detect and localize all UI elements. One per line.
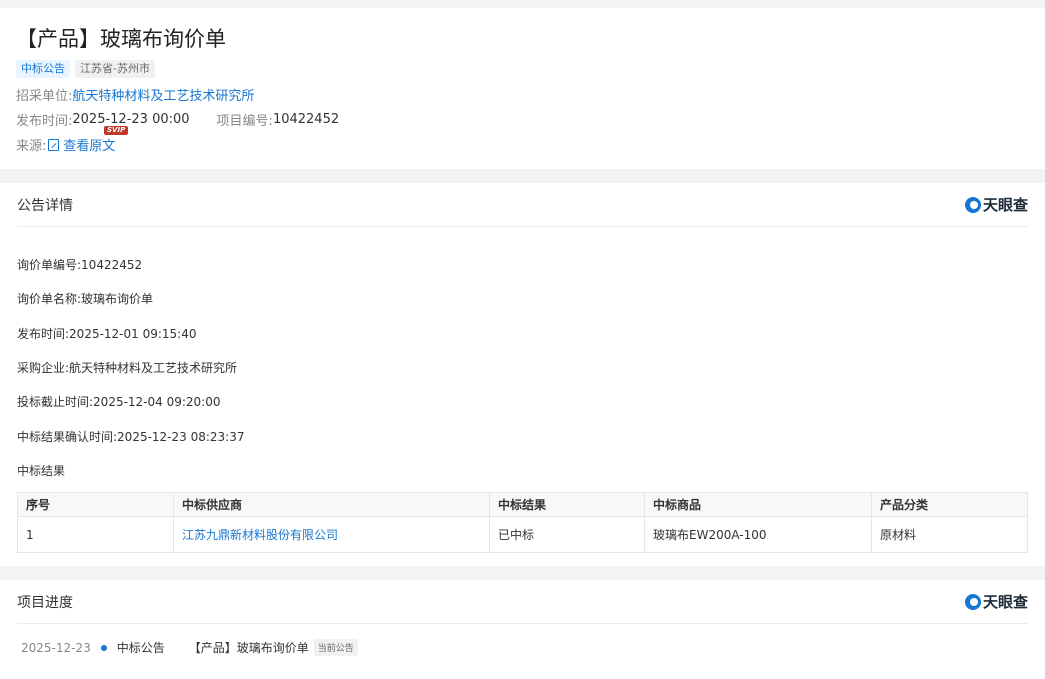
brand-name: 天眼查 bbox=[982, 196, 1028, 214]
purchaser: 采购企业:航天特种材料及工艺技术研究所 bbox=[17, 361, 238, 375]
tianyancha-logo: 天眼查 bbox=[964, 194, 1028, 215]
product-category: 原材料 bbox=[871, 516, 1028, 553]
col-header: 产品分类 bbox=[871, 492, 1028, 517]
timeline-dot-icon bbox=[100, 644, 107, 651]
table-row: 1 江苏九鼎新材料股份有限公司 已中标 玻璃布EW200A-100 原材料 bbox=[17, 516, 1028, 553]
tianyancha-icon bbox=[964, 196, 981, 213]
notice-header-card: 【产品】玻璃布询价单 中标公告 江苏省-苏州市 招采单位: 航天特种材料及工艺技… bbox=[0, 8, 1045, 169]
progress-section-title: 项目进度 bbox=[17, 594, 73, 611]
page-title: 【产品】玻璃布询价单 bbox=[16, 27, 226, 51]
publish-label: 发布时间: bbox=[16, 114, 73, 129]
result-heading: 中标结果 bbox=[17, 464, 66, 478]
svip-badge: SVIP bbox=[104, 126, 129, 135]
source-label: 来源: bbox=[16, 139, 47, 154]
timeline-title-link[interactable]: 【产品】玻璃布询价单 bbox=[189, 639, 309, 656]
edit-doc-icon bbox=[48, 138, 60, 151]
col-header: 中标供应商 bbox=[173, 492, 490, 517]
timeline-type: 中标公告 bbox=[116, 641, 165, 655]
source-row: 来源: 查看原文 SVIP bbox=[16, 126, 129, 154]
region-tag[interactable]: 江苏省-苏州市 bbox=[75, 60, 155, 78]
product-name: 玻璃布EW200A-100 bbox=[644, 516, 872, 553]
timeline-date: 2025-12-23 bbox=[21, 640, 91, 655]
inquiry-name: 询价单名称:玻璃布询价单 bbox=[17, 292, 154, 306]
progress-section-header: 项目进度 天眼查 bbox=[17, 580, 1028, 624]
inquiry-no: 询价单编号:10422452 bbox=[17, 258, 143, 272]
supplier-link[interactable]: 江苏九鼎新材料股份有限公司 bbox=[173, 516, 490, 553]
bid-result: 已中标 bbox=[489, 516, 645, 553]
bid-deadline: 投标截止时间:2025-12-04 09:20:00 bbox=[17, 395, 221, 409]
result-table: 序号 中标供应商 中标结果 中标商品 产品分类 1 江苏九鼎新材料股份有限公司 … bbox=[17, 492, 1028, 553]
table-header-row: 序号 中标供应商 中标结果 中标商品 产品分类 bbox=[17, 492, 1028, 517]
notice-type-tag[interactable]: 中标公告 bbox=[16, 60, 70, 78]
tianyancha-logo: 天眼查 bbox=[964, 591, 1028, 612]
detail-section-title: 公告详情 bbox=[17, 197, 73, 214]
row-index: 1 bbox=[17, 516, 174, 553]
publish-row: 发布时间: 2025-12-23 00:00 项目编号: 10422452 bbox=[16, 110, 339, 129]
buyer-row: 招采单位: 航天特种材料及工艺技术研究所 bbox=[16, 85, 254, 104]
buyer-link[interactable]: 航天特种材料及工艺技术研究所 bbox=[72, 85, 254, 104]
buyer-label: 招采单位: bbox=[16, 89, 73, 104]
detail-publish-time: 发布时间:2025-12-01 09:15:40 bbox=[17, 327, 197, 341]
result-confirm-time: 中标结果确认时间:2025-12-23 08:23:37 bbox=[17, 430, 245, 444]
project-progress-card: 项目进度 天眼查 2025-12-23 中标公告 【产品】玻璃布询价单 当前公告 bbox=[0, 580, 1045, 679]
project-no: 10422452 bbox=[272, 112, 340, 127]
notice-detail-card: 公告详情 天眼查 询价单编号:10422452 询价单名称:玻璃布询价单 发布时… bbox=[0, 183, 1045, 566]
col-header: 序号 bbox=[17, 492, 174, 517]
brand-name: 天眼查 bbox=[982, 593, 1028, 611]
view-original-link[interactable]: 查看原文 bbox=[63, 135, 115, 154]
tag-list: 中标公告 江苏省-苏州市 bbox=[16, 60, 155, 78]
tianyancha-icon bbox=[964, 593, 981, 610]
publish-time: 2025-12-23 00:00 bbox=[72, 112, 190, 127]
current-notice-badge: 当前公告 bbox=[313, 639, 358, 656]
col-header: 中标结果 bbox=[489, 492, 645, 517]
col-header: 中标商品 bbox=[644, 492, 872, 517]
timeline-item[interactable]: 2025-12-23 中标公告 【产品】玻璃布询价单 当前公告 bbox=[21, 639, 358, 656]
detail-section-header: 公告详情 天眼查 bbox=[17, 183, 1028, 227]
project-no-label: 项目编号: bbox=[216, 114, 273, 129]
